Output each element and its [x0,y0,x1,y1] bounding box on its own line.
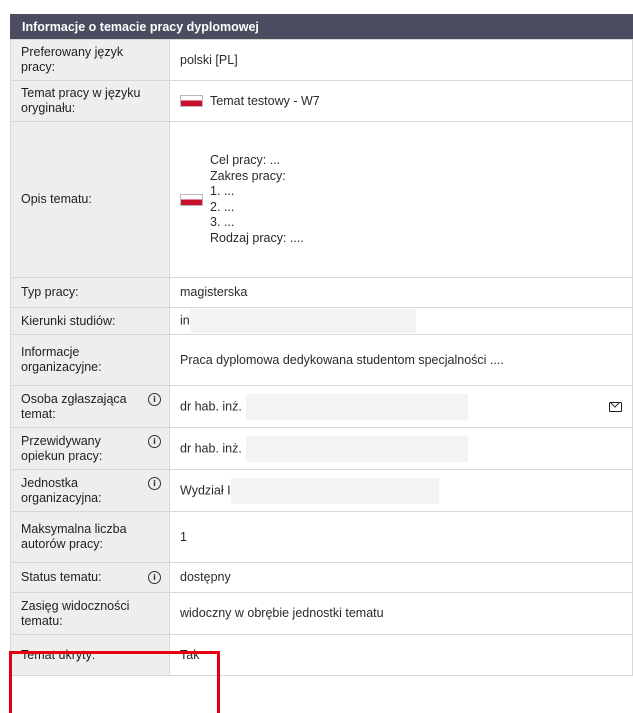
label-description: Opis tematu: [10,121,170,278]
row-status: Status tematu: i dostępny [10,562,633,593]
label-unit: Jednostka organizacyjna: [21,475,102,505]
row-language: Preferowany język pracy: polski [PL] [10,39,633,81]
row-proposer: Osoba zgłaszająca temat: i dr hab. inż. [10,385,633,428]
value-status: dostępny [169,562,633,593]
value-title-cell: Temat testowy - W7 [169,80,633,122]
label-language: Preferowany język pracy: [10,39,170,81]
value-visibility: widoczny w obrębie jednostki tematu [169,592,633,635]
value-title: Temat testowy - W7 [210,93,320,108]
label-status-cell: Status tematu: i [10,562,170,593]
redacted-area [245,435,468,462]
row-supervisor: Przewidywany opiekun pracy: i dr hab. in… [10,427,633,470]
redacted-area [230,477,439,504]
row-title: Temat pracy w języku oryginału: Temat te… [10,80,633,122]
label-hidden: Temat ukryty: [10,634,170,676]
mail-icon[interactable] [609,401,622,412]
value-max-authors: 1 [169,511,633,563]
row-description: Opis tematu: Cel pracy: ... Zakres pracy… [10,121,633,278]
row-org-info: Informacje organizacyjne: Praca dyplomow… [10,334,633,386]
info-icon[interactable]: i [148,477,161,490]
redacted-area [189,309,416,333]
value-unit-cell: Wydział I [169,469,633,512]
value-fields: in [180,313,190,328]
panel-title: Informacje o temacie pracy dyplomowej [22,19,259,34]
label-type: Typ pracy: [10,277,170,308]
row-hidden: Temat ukryty: Tak [10,634,633,676]
label-unit-cell: Jednostka organizacyjna: i [10,469,170,512]
description-line: 2. ... [210,199,235,214]
info-icon[interactable]: i [148,393,161,406]
value-fields-cell: in [169,307,633,335]
value-proposer: dr hab. inż. [180,398,242,413]
row-visibility: Zasięg widoczności tematu: widoczny w ob… [10,592,633,635]
redacted-area [245,393,468,420]
row-fields: Kierunki studiów: in [10,307,633,335]
label-visibility: Zasięg widoczności tematu: [10,592,170,635]
value-language: polski [PL] [169,39,633,81]
value-unit: Wydział I [180,482,231,497]
label-supervisor: Przewidywany opiekun pracy: [21,433,103,463]
value-supervisor-cell: dr hab. inż. [169,427,633,470]
description-line: Zakres pracy: [210,168,286,183]
topic-info-panel: Informacje o temacie pracy dyplomowej Pr… [10,14,633,676]
label-status: Status tematu: [21,570,102,584]
value-type: magisterska [169,277,633,308]
value-proposer-cell: dr hab. inż. [169,385,633,428]
label-fields: Kierunki studiów: [10,307,170,335]
description-line: Cel pracy: ... [210,153,281,167]
value-hidden: Tak [169,634,633,676]
label-proposer-cell: Osoba zgłaszająca temat: i [10,385,170,428]
label-proposer: Osoba zgłaszająca temat: [21,391,127,421]
value-supervisor: dr hab. inż. [180,440,242,455]
label-supervisor-cell: Przewidywany opiekun pracy: i [10,427,170,470]
description-line: Rodzaj pracy: .... [210,230,304,245]
pl-flag-icon [180,193,203,206]
row-max-authors: Maksymalna liczba autorów pracy: 1 [10,511,633,563]
value-org-info: Praca dyplomowa dedykowana studentom spe… [169,334,633,386]
label-max-authors: Maksymalna liczba autorów pracy: [10,511,170,563]
description-line: 1. ... [210,184,235,198]
row-type: Typ pracy: magisterska [10,277,633,308]
description-text: Cel pracy: ... Zakres pracy: 1. ... 2. .… [210,153,304,246]
pl-flag-icon [180,95,203,108]
label-org-info: Informacje organizacyjne: [10,334,170,386]
info-icon[interactable]: i [148,435,161,448]
label-title: Temat pracy w języku oryginału: [10,80,170,122]
value-description-cell: Cel pracy: ... Zakres pracy: 1. ... 2. .… [169,121,633,278]
description-line: 3. ... [210,215,235,229]
row-unit: Jednostka organizacyjna: i Wydział I [10,469,633,512]
topic-info-table: Preferowany język pracy: polski [PL] Tem… [10,39,633,676]
panel-header: Informacje o temacie pracy dyplomowej [10,14,633,39]
info-icon[interactable]: i [148,571,161,584]
